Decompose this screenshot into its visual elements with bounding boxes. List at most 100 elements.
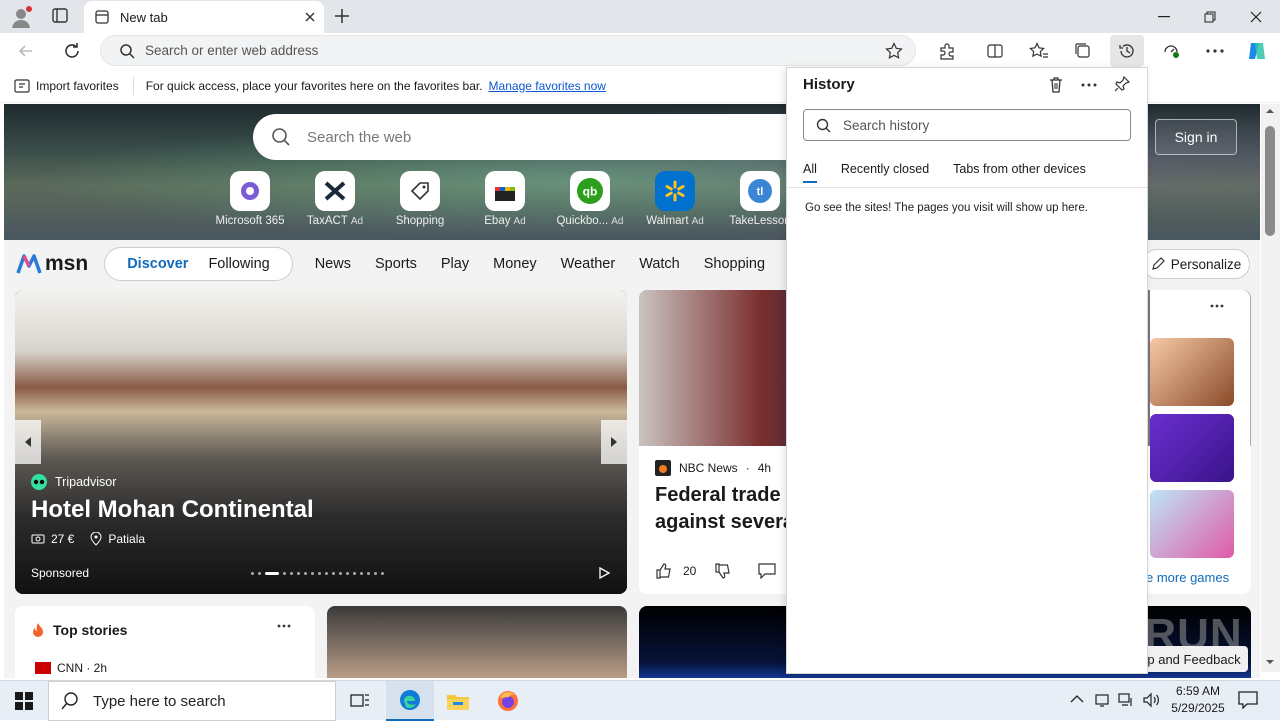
nav-watch[interactable]: Watch (627, 256, 692, 272)
quick-link-quickbooks[interactable]: qb Quickbo... Ad (547, 171, 633, 227)
scroll-down-icon[interactable] (1265, 659, 1275, 665)
nav-play[interactable]: Play (429, 256, 481, 272)
quick-link-ebay[interactable]: Ebay Ad (462, 171, 548, 227)
history-search-input[interactable]: Search history (803, 109, 1131, 141)
top-stories-more-icon[interactable] (277, 624, 291, 628)
hotel-image (15, 290, 627, 594)
web-search-box[interactable]: Search the web (253, 114, 813, 160)
import-favorites-button[interactable]: Import favorites (0, 76, 134, 95)
refresh-button[interactable] (62, 41, 82, 61)
close-tab-icon[interactable] (304, 11, 316, 23)
start-button[interactable] (0, 681, 48, 721)
msn-logo-text: msn (45, 252, 89, 275)
security-icon[interactable] (1094, 692, 1110, 708)
msn-logo[interactable]: msn (16, 252, 88, 276)
tab-new-tab[interactable]: New tab (84, 1, 324, 33)
restore-button[interactable] (1187, 0, 1233, 33)
volume-icon[interactable] (1142, 692, 1160, 708)
game-tile[interactable] (1150, 338, 1234, 406)
favorite-star-icon[interactable] (885, 41, 903, 60)
taskbar-search-box[interactable]: Type here to search (48, 681, 336, 721)
pin-panel-icon[interactable] (1113, 75, 1131, 93)
adchoices-icon[interactable] (597, 566, 611, 580)
tab-following[interactable]: Following (198, 256, 279, 272)
quick-link-shopping[interactable]: Shopping (377, 171, 463, 227)
quick-link-walmart[interactable]: Walmart Ad (632, 171, 718, 227)
copilot-icon[interactable] (1240, 35, 1274, 67)
card-source: Tripadvisor (31, 474, 116, 490)
carousel-prev-button[interactable] (15, 420, 41, 464)
feed-tabs: Discover Following (104, 247, 293, 281)
nav-shopping[interactable]: Shopping (692, 256, 777, 272)
file-explorer-icon[interactable] (434, 681, 482, 721)
food-story-card[interactable] (327, 606, 627, 678)
collections-icon[interactable] (1066, 35, 1100, 67)
delete-history-icon[interactable] (1047, 76, 1065, 94)
like-icon[interactable] (655, 562, 673, 580)
minimize-button[interactable] (1141, 0, 1187, 33)
top-stories-title: Top stories (53, 622, 128, 638)
divider (787, 187, 1147, 188)
more-menu-icon[interactable] (1198, 35, 1232, 67)
quick-link-microsoft-365[interactable]: Microsoft 365 (207, 171, 293, 227)
performance-icon[interactable] (1154, 35, 1188, 67)
carousel-dots[interactable] (251, 572, 384, 575)
game-tile[interactable] (1150, 414, 1234, 482)
feedback-button[interactable]: p and Feedback (1140, 646, 1248, 672)
history-tab-recently-closed[interactable]: Recently closed (841, 162, 929, 183)
profile-avatar[interactable] (8, 4, 34, 30)
quickbooks-icon: qb (570, 171, 610, 211)
history-tab-other-devices[interactable]: Tabs from other devices (953, 162, 1086, 183)
history-icon[interactable] (1110, 35, 1144, 67)
history-more-options-icon[interactable] (1081, 83, 1097, 87)
comment-icon[interactable] (758, 563, 776, 579)
extensions-icon[interactable] (930, 35, 964, 67)
page-scrollbar[interactable] (1261, 104, 1280, 672)
scroll-thumb[interactable] (1265, 126, 1275, 236)
network-icon[interactable] (1118, 692, 1134, 708)
favorites-icon[interactable] (1022, 35, 1056, 67)
address-bar[interactable]: Search or enter web address (100, 35, 916, 66)
see-more-games-link[interactable]: e more games (1146, 570, 1229, 585)
personalize-button[interactable]: Personalize (1142, 249, 1250, 279)
new-tab-icon (94, 9, 110, 25)
game-tile[interactable] (1150, 490, 1234, 558)
price-icon (31, 533, 45, 545)
card-title[interactable]: Hotel Mohan Continental (31, 496, 314, 524)
price: 27 € (51, 532, 75, 546)
nav-news[interactable]: News (303, 256, 363, 272)
nav-money[interactable]: Money (481, 256, 549, 272)
close-window-button[interactable] (1233, 0, 1279, 33)
scroll-up-icon[interactable] (1265, 108, 1275, 114)
tripadvisor-icon (31, 474, 47, 490)
takelessons-icon: tl (740, 171, 780, 211)
history-tab-all[interactable]: All (803, 162, 817, 183)
firefox-icon[interactable] (484, 681, 532, 721)
ad-label: Ad (513, 216, 526, 227)
quick-link-taxact[interactable]: TaxACT Ad (292, 171, 378, 227)
task-view-icon[interactable] (336, 681, 384, 721)
pencil-icon (1151, 257, 1165, 271)
shopping-tag-icon (400, 171, 440, 211)
nav-weather[interactable]: Weather (549, 256, 628, 272)
system-clock[interactable]: 6:59 AM 5/29/2025 (1160, 683, 1236, 719)
sign-in-button[interactable]: Sign in (1155, 119, 1237, 155)
split-screen-icon[interactable] (978, 35, 1012, 67)
notifications-icon[interactable] (1238, 691, 1258, 709)
search-icon (119, 43, 135, 59)
tab-actions-icon[interactable] (48, 6, 72, 26)
show-hidden-icons[interactable] (1070, 694, 1084, 704)
quick-link-label: Quickbo... (556, 215, 609, 227)
dislike-icon[interactable] (714, 562, 732, 580)
new-tab-button[interactable] (332, 6, 352, 26)
nav-sports[interactable]: Sports (363, 256, 429, 272)
back-button[interactable] (16, 41, 36, 61)
sponsored-card[interactable]: Tripadvisor Hotel Mohan Continental 27 €… (15, 290, 627, 594)
manage-favorites-link[interactable]: Manage favorites now (489, 79, 606, 93)
edge-taskbar-icon[interactable] (386, 681, 434, 721)
games-more-options-icon[interactable] (1210, 304, 1224, 308)
quick-link-label: Ebay (484, 215, 511, 227)
tab-discover[interactable]: Discover (117, 256, 198, 272)
microsoft-365-icon (230, 171, 270, 211)
carousel-next-button[interactable] (601, 420, 627, 464)
